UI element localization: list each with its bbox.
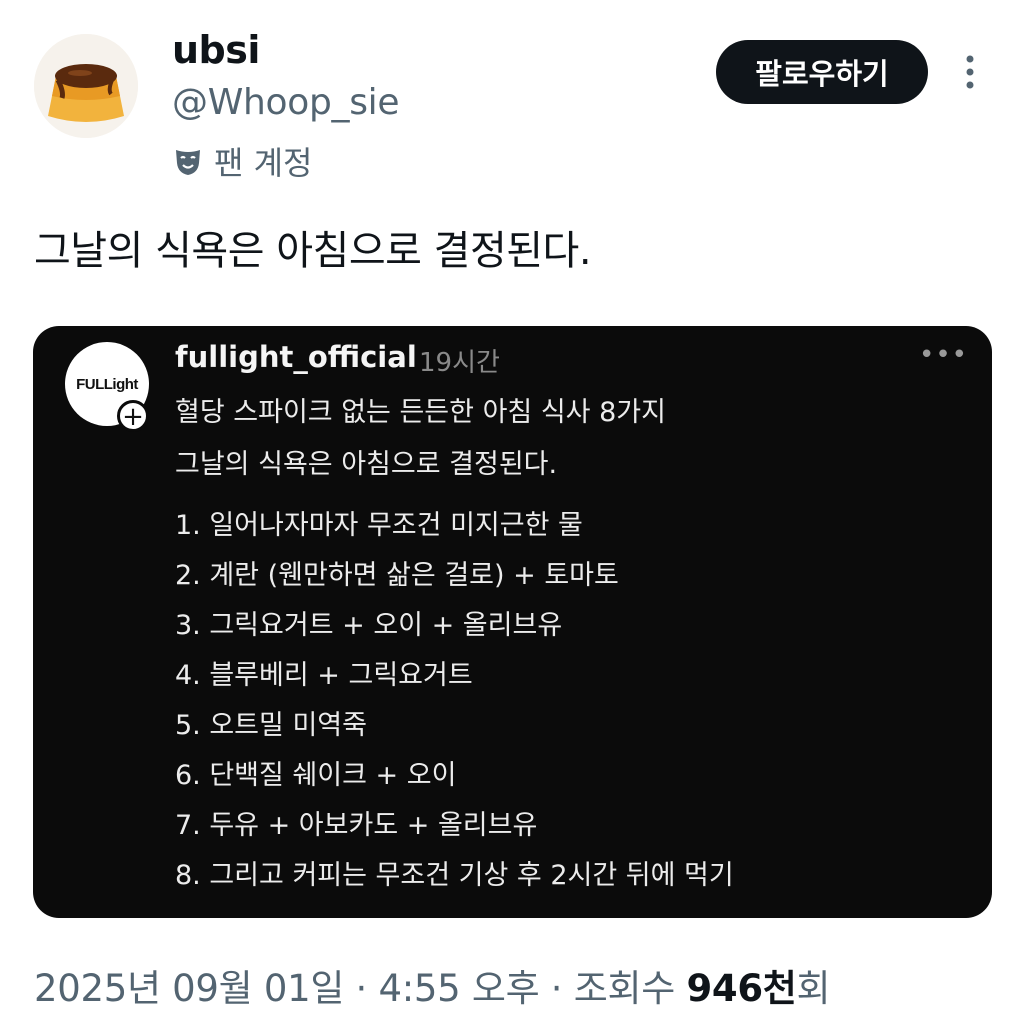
media-more-icon: ••• <box>919 340 969 370</box>
list-item: 4. 블루베리 + 그릭요거트 <box>175 660 473 691</box>
list-item: 1. 일어나자마자 무조건 미지근한 물 <box>175 510 583 541</box>
breakfast-list: 1. 일어나자마자 무조건 미지근한 물 2. 계란 (웬만하면 삶은 걸로) … <box>175 506 734 906</box>
media-post-subtitle: 그날의 식욕은 아침으로 결정된다. <box>175 449 558 480</box>
list-item: 5. 오트밀 미역죽 <box>175 710 367 741</box>
tweet-text: 그날의 식욕은 아침으로 결정된다. <box>34 228 592 274</box>
pudding-icon <box>34 34 138 138</box>
list-item: 3. 그릭요거트 + 오이 + 올리브유 <box>175 610 563 641</box>
follow-button[interactable]: 팔로우하기 <box>716 40 928 104</box>
tweet-time[interactable]: 4:55 오후 <box>378 967 539 1010</box>
fan-account-badge: 팬 계정 <box>172 138 313 184</box>
separator: · <box>355 967 368 1010</box>
list-item: 8. 그리고 커피는 무조건 기상 후 2시간 뒤에 먹기 <box>175 860 734 891</box>
views-suffix: 회 <box>796 967 831 1010</box>
list-item: 7. 두유 + 아보카도 + 올리브유 <box>175 810 538 841</box>
more-options-icon[interactable] <box>956 52 984 92</box>
author-display-name[interactable]: ubsi <box>172 28 260 72</box>
tweet-meta: 2025년 09월 01일 · 4:55 오후 · 조회수 946천회 <box>34 958 831 1012</box>
media-post-title: 혈당 스파이크 없는 든든한 아침 식사 8가지 <box>175 397 666 428</box>
tweet-date[interactable]: 2025년 09월 01일 <box>34 967 344 1010</box>
follow-plus-icon: + <box>117 400 149 432</box>
list-item: 2. 계란 (웬만하면 삶은 걸로) + 토마토 <box>175 560 619 591</box>
author-avatar[interactable] <box>34 34 138 138</box>
tweet-media-image[interactable]: FULLight + fullight_official 19시간 ••• 혈당… <box>33 326 992 918</box>
views-prefix: 조회수 <box>573 967 676 1010</box>
media-username: fullight_official <box>175 340 417 374</box>
fan-account-label: 팬 계정 <box>214 144 313 182</box>
list-item: 6. 단백질 쉐이크 + 오이 <box>175 760 457 791</box>
author-handle[interactable]: @Whoop_sie <box>172 82 400 123</box>
theater-mask-icon <box>172 145 204 177</box>
views-count: 946천 <box>686 967 797 1010</box>
tweet-detail-page: ubsi @Whoop_sie 팬 계정 팔로우하기 그날의 식욕은 아침으로 … <box>0 0 1024 1025</box>
separator: · <box>550 967 563 1010</box>
media-timestamp: 19시간 <box>419 348 500 378</box>
